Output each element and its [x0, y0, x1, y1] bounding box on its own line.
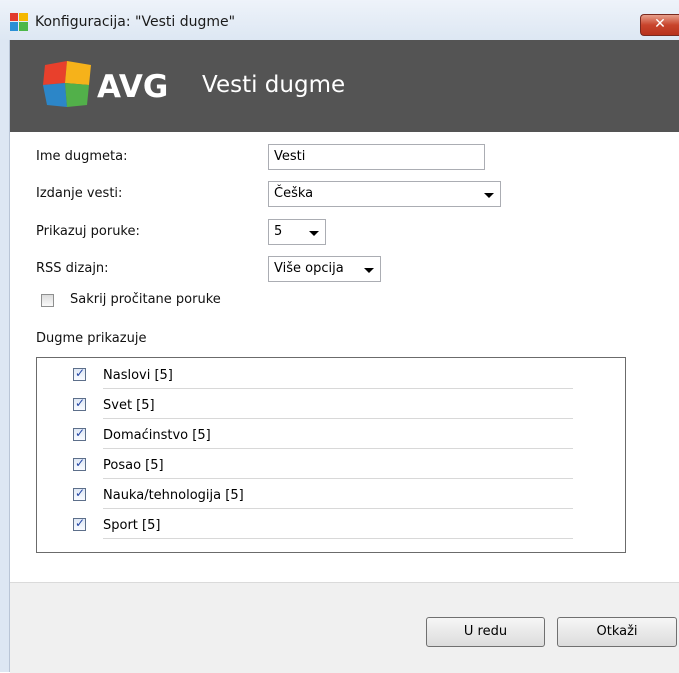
- section-label: Naslovi [5]: [103, 368, 173, 383]
- section-label: Posao [5]: [103, 458, 164, 473]
- divider: [103, 508, 573, 509]
- checkmark-icon: ✓: [75, 426, 86, 440]
- cancel-button[interactable]: Otkaži: [557, 617, 677, 647]
- avg-brand-text: AVG: [97, 69, 169, 105]
- close-button[interactable]: ✕: [640, 14, 679, 36]
- divider: [103, 478, 573, 479]
- divider: [103, 418, 573, 419]
- button-name-value: Vesti: [274, 149, 306, 164]
- checkmark-icon: ✓: [75, 486, 86, 500]
- rss-design-value: Više opcija: [274, 261, 344, 276]
- edition-value: Češka: [274, 186, 314, 201]
- checkmark-icon: ✓: [75, 396, 86, 410]
- rss-design-label: RSS dizajn:: [36, 261, 109, 276]
- group-label: Dugme prikazuje: [36, 331, 147, 346]
- section-label: Nauka/tehnologija [5]: [103, 488, 244, 503]
- section-checkbox[interactable]: ✓: [73, 366, 86, 381]
- section-label: Domaćinstvo [5]: [103, 428, 211, 443]
- edition-dropdown[interactable]: Češka: [268, 181, 501, 207]
- section-label: Svet [5]: [103, 398, 155, 413]
- ok-button-label: U redu: [463, 624, 508, 639]
- checkmark-icon: ✓: [75, 516, 86, 530]
- ok-button[interactable]: U redu: [426, 617, 545, 647]
- hide-read-label: Sakrij pročitane poruke: [70, 292, 221, 307]
- chevron-down-icon: [484, 193, 494, 198]
- cancel-button-label: Otkaži: [596, 624, 638, 639]
- button-name-input[interactable]: Vesti: [268, 144, 485, 170]
- rss-design-dropdown[interactable]: Više opcija: [268, 256, 381, 282]
- dialog-header: AVG Vesti dugme: [10, 40, 679, 132]
- checkmark-icon: ✓: [75, 366, 86, 380]
- window-left-border: [0, 40, 10, 672]
- window-title: Konfiguracija: "Vesti dugme": [35, 14, 236, 30]
- avg-app-icon: [10, 13, 28, 31]
- divider: [103, 538, 573, 539]
- show-messages-value: 5: [274, 224, 283, 239]
- divider: [103, 388, 573, 389]
- dialog-heading: Vesti dugme: [202, 72, 346, 98]
- window-titlebar: Konfiguracija: "Vesti dugme" ✕: [0, 0, 679, 41]
- edition-label: Izdanje vesti:: [36, 186, 123, 201]
- section-checkbox[interactable]: ✓: [73, 456, 86, 471]
- button-name-label: Ime dugmeta:: [36, 149, 128, 164]
- section-checkbox[interactable]: ✓: [73, 426, 86, 441]
- chevron-down-icon: [309, 231, 319, 236]
- section-checkbox[interactable]: ✓: [73, 486, 86, 501]
- section-checkbox[interactable]: ✓: [73, 516, 86, 531]
- divider: [103, 448, 573, 449]
- section-checkbox[interactable]: ✓: [73, 396, 86, 411]
- avg-logo-icon: [43, 61, 91, 107]
- hide-read-checkbox[interactable]: [41, 294, 54, 307]
- section-label: Sport [5]: [103, 518, 161, 533]
- show-messages-label: Prikazuj poruke:: [36, 224, 140, 239]
- show-messages-dropdown[interactable]: 5: [268, 219, 326, 245]
- close-icon: ✕: [654, 16, 666, 32]
- chevron-down-icon: [364, 268, 374, 273]
- checkmark-icon: ✓: [75, 456, 86, 470]
